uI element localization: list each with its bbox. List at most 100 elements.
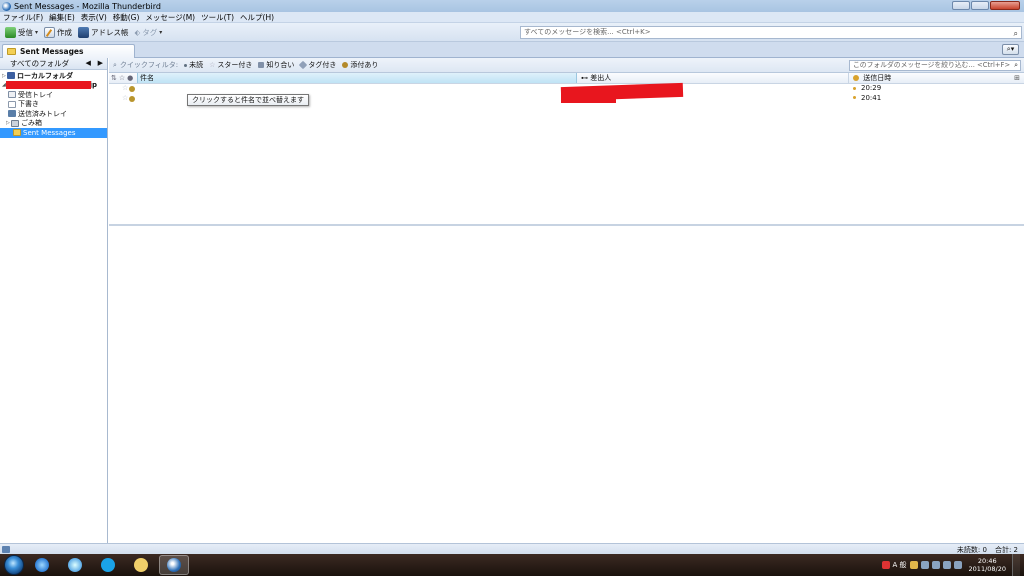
tab-sent-messages[interactable]: Sent Messages xyxy=(2,44,135,58)
tray-network-icon[interactable] xyxy=(942,561,951,569)
column-subject[interactable]: 件名 xyxy=(137,73,577,83)
contact-icon xyxy=(258,62,265,68)
folder-sent-messages[interactable]: Sent Messages xyxy=(0,128,107,138)
folder-view-label: すべてのフォルダ xyxy=(10,59,70,68)
folder-label: ローカルフォルダ xyxy=(17,71,73,80)
column-picker-icon[interactable]: ⊞ xyxy=(1014,73,1020,83)
folder-label: 受信トレイ xyxy=(18,90,53,99)
sent-folder-icon xyxy=(13,129,21,137)
window-controls xyxy=(952,1,1020,10)
quick-filter-bar: ⌕ クイックフィルタ: 未読 ☆ スター付き 知り合い タグ付き 添付あり この… xyxy=(109,58,1024,73)
skype-icon xyxy=(101,558,115,572)
star-icon[interactable]: ☆ xyxy=(122,84,128,92)
write-button[interactable]: 作成 xyxy=(41,25,75,40)
unread-dot-icon xyxy=(184,63,188,67)
menu-file[interactable]: ファイル(F) xyxy=(3,12,43,23)
menu-bar: ファイル(F) 編集(E) 表示(V) 移動(G) メッセージ(M) ツール(T… xyxy=(0,12,1024,23)
tray-help-icon[interactable] xyxy=(931,561,940,569)
menu-tools[interactable]: ツール(T) xyxy=(201,12,234,23)
attachment-icon xyxy=(129,86,135,92)
address-book-button[interactable]: アドレス帳 xyxy=(75,25,132,40)
thread-column-icon[interactable]: ⇅ xyxy=(111,74,117,82)
redaction-mark xyxy=(561,93,616,103)
folder-pane: すべてのフォルダ ◀ ▶ ▷ ローカルフォルダ ◢ .jp 受信トレイ 下書き … xyxy=(0,58,108,543)
folder-tree: ▷ ローカルフォルダ ◢ .jp 受信トレイ 下書き 送信済みトレイ ▷ ごみ箱 xyxy=(0,70,107,138)
clock-date: 2011/08/20 xyxy=(968,565,1006,573)
folder-account[interactable]: ◢ .jp xyxy=(0,80,107,91)
taskbar-explorer[interactable] xyxy=(126,555,156,575)
app-menu-button[interactable]: ⌕▾ xyxy=(1002,44,1019,55)
folder-filter-input[interactable]: このフォルダのメッセージを絞り込む... <Ctrl+F> ⌕ xyxy=(849,60,1021,71)
unsent-icon xyxy=(8,110,16,118)
menu-edit[interactable]: 編集(E) xyxy=(49,12,75,23)
menu-message[interactable]: メッセージ(M) xyxy=(145,12,195,23)
column-date[interactable]: 送信日時 ⊞ xyxy=(849,73,1024,83)
minimize-button[interactable] xyxy=(952,1,970,10)
taskbar-itunes[interactable] xyxy=(60,555,90,575)
filter-tags-label: タグ付き xyxy=(308,61,337,69)
message-date-text: 20:41 xyxy=(861,93,882,102)
tray-volume-icon[interactable] xyxy=(953,561,962,569)
filter-unread-button[interactable]: 未読 xyxy=(184,60,203,70)
column-date-label: 送信日時 xyxy=(863,74,892,82)
folder-pane-header[interactable]: すべてのフォルダ ◀ ▶ xyxy=(0,58,107,70)
tag-button[interactable]: ⬖ タグ ▾ xyxy=(132,25,166,40)
filter-starred-button[interactable]: ☆ スター付き xyxy=(209,60,252,70)
star-icon[interactable]: ☆ xyxy=(122,94,128,102)
folder-inbox[interactable]: 受信トレイ xyxy=(0,90,107,100)
sort-tooltip: クリックすると件名で並べ替えます xyxy=(187,94,309,106)
filter-attachments-button[interactable]: 添付あり xyxy=(342,60,378,70)
tray-app-icon[interactable] xyxy=(920,561,929,569)
start-button[interactable] xyxy=(4,555,24,575)
tray-alert-icon[interactable] xyxy=(881,561,890,569)
folder-unsent[interactable]: 送信済みトレイ xyxy=(0,109,107,119)
menu-go[interactable]: 移動(G) xyxy=(113,12,140,23)
chevron-down-icon[interactable]: ▾ xyxy=(35,29,38,36)
itunes-icon xyxy=(68,558,82,572)
local-folders-icon xyxy=(7,72,15,80)
folder-label: 送信済みトレイ xyxy=(18,109,67,118)
search-icon[interactable]: ⌕ xyxy=(1014,61,1018,70)
filter-tags-button[interactable]: タグ付き xyxy=(299,60,337,70)
ime-indicator[interactable]: A 般 xyxy=(893,560,907,570)
address-book-label: アドレス帳 xyxy=(91,27,129,37)
star-column-icon[interactable]: ☆ xyxy=(119,74,125,82)
taskbar-ie[interactable] xyxy=(27,555,57,575)
close-button[interactable] xyxy=(990,1,1020,10)
global-search-placeholder: すべてのメッセージを検索... <Ctrl+K> xyxy=(524,28,651,36)
folder-trash[interactable]: ▷ ごみ箱 xyxy=(0,119,107,129)
global-search-input[interactable]: すべてのメッセージを検索... <Ctrl+K> ⌕ xyxy=(520,26,1022,39)
folder-filter-placeholder: このフォルダのメッセージを絞り込む... <Ctrl+F> xyxy=(853,61,1011,69)
attachment-column-icon[interactable]: ● xyxy=(127,74,133,82)
message-date-text: 20:29 xyxy=(861,84,882,92)
sort-indicator-icon xyxy=(853,75,859,81)
maximize-button[interactable] xyxy=(971,1,989,10)
get-messages-button[interactable]: 受信 ▾ xyxy=(2,25,41,40)
online-status-icon[interactable] xyxy=(2,545,10,553)
message-date: 20:41 xyxy=(853,94,881,102)
taskbar-thunderbird[interactable] xyxy=(159,555,189,575)
tray-app-icon[interactable] xyxy=(909,561,918,569)
tag-label: タグ xyxy=(142,27,158,37)
folder-view-arrows[interactable]: ◀ ▶ xyxy=(86,59,103,67)
folder-label: 下書き xyxy=(18,100,39,109)
column-from[interactable]: ⊷ 差出人 xyxy=(577,73,849,83)
taskbar-clock[interactable]: 20:46 2011/08/20 xyxy=(969,557,1006,573)
folder-local-folders[interactable]: ▷ ローカルフォルダ xyxy=(0,71,107,81)
redaction-mark xyxy=(6,80,91,89)
filter-contacts-button[interactable]: 知り合い xyxy=(258,60,294,70)
attachment-icon xyxy=(342,62,349,68)
taskbar-skype[interactable] xyxy=(93,555,123,575)
internet-explorer-icon xyxy=(35,558,49,572)
write-label: 作成 xyxy=(57,27,73,37)
menu-view[interactable]: 表示(V) xyxy=(81,12,107,23)
folder-drafts[interactable]: 下書き xyxy=(0,100,107,110)
quick-filter-text: クイックフィルタ: xyxy=(119,61,179,69)
filter-icon: ⌕ xyxy=(113,60,117,69)
title-bar: Sent Messages - Mozilla Thunderbird xyxy=(0,0,1024,12)
quick-filter-label: ⌕ クイックフィルタ: xyxy=(113,60,178,70)
search-icon[interactable]: ⌕ xyxy=(1014,28,1018,39)
get-messages-label: 受信 xyxy=(18,27,33,37)
show-desktop-button[interactable] xyxy=(1012,554,1020,576)
menu-help[interactable]: ヘルプ(H) xyxy=(240,12,274,23)
